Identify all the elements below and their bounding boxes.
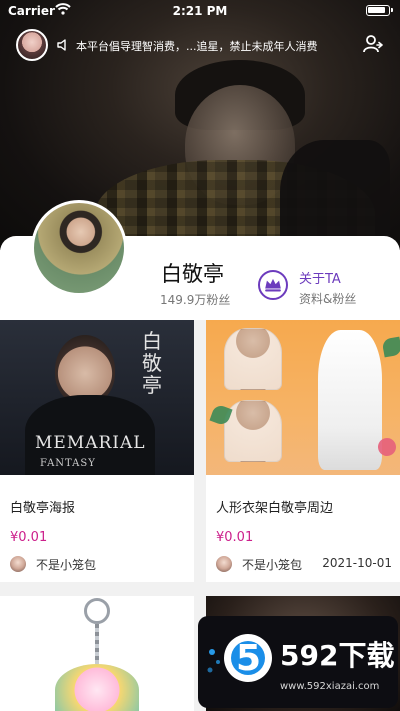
- product-image: 白敬亭 MEMARIAL FANTASY: [0, 320, 194, 475]
- product-card[interactable]: 人形衣架白敬亭周边 ¥0.01 不是小笼包 2021-10-01: [206, 320, 400, 582]
- mannequin-image: [224, 400, 282, 462]
- keychain-ring: [84, 598, 110, 624]
- product-card[interactable]: [0, 596, 194, 711]
- product-price: ¥0.01: [216, 530, 254, 545]
- product-title: 白敬亭海报: [10, 501, 76, 516]
- mannequin-image: [224, 328, 282, 390]
- product-title: 人形衣架白敬亭周边: [216, 501, 334, 516]
- hero-jacket: [280, 140, 390, 250]
- status-time: 2:21 PM: [172, 4, 228, 18]
- profile-fans-count: 149.9万粉丝: [160, 293, 231, 307]
- logo-mark: 5: [236, 638, 262, 679]
- site-watermark: 5 592下载 www.592xiazai.com: [198, 616, 398, 708]
- about-title[interactable]: 关于TA: [299, 268, 341, 287]
- watermark-title: 592下载: [280, 639, 395, 672]
- product-card[interactable]: 白敬亭 MEMARIAL FANTASY 白敬亭海报 ¥0.01 不是小笼包: [0, 320, 194, 582]
- poster-text: FANTASY: [40, 458, 96, 469]
- seller-avatar: [10, 556, 26, 572]
- notice-text: 本平台倡导理智消费，...追星，禁止未成年人消费: [76, 40, 318, 53]
- speaker-icon: [57, 39, 66, 51]
- poster-text: MEMARIAL: [35, 433, 146, 453]
- keychain-charm: [55, 664, 139, 711]
- status-bar: Carrier 2:21 PM: [0, 0, 400, 22]
- battery-icon: [366, 5, 393, 16]
- leaf-decoration: [381, 336, 400, 358]
- profile-name: 白敬亭: [161, 262, 224, 286]
- poster-cn-text: 白敬亭: [142, 329, 162, 397]
- seller-avatar: [216, 556, 232, 572]
- shirt-image: [318, 330, 382, 470]
- product-image: [0, 596, 194, 711]
- watermark-url: www.592xiazai.com: [280, 681, 380, 692]
- user-switch-icon[interactable]: [362, 33, 384, 55]
- keychain-chain: [95, 624, 99, 664]
- seller-name: 不是小笼包: [242, 558, 303, 572]
- notice-bar[interactable]: 本平台倡导理智消费，...追星，禁止未成年人消费: [54, 34, 352, 56]
- product-date: 2021-10-01: [322, 556, 392, 570]
- current-user-avatar[interactable]: [16, 29, 48, 61]
- seller-name: 不是小笼包: [36, 558, 97, 572]
- product-price: ¥0.01: [10, 530, 48, 545]
- crown-icon[interactable]: [258, 270, 288, 300]
- product-image: [206, 320, 400, 475]
- profile-avatar[interactable]: [31, 200, 127, 296]
- about-subtitle[interactable]: 资料&粉丝: [299, 290, 356, 307]
